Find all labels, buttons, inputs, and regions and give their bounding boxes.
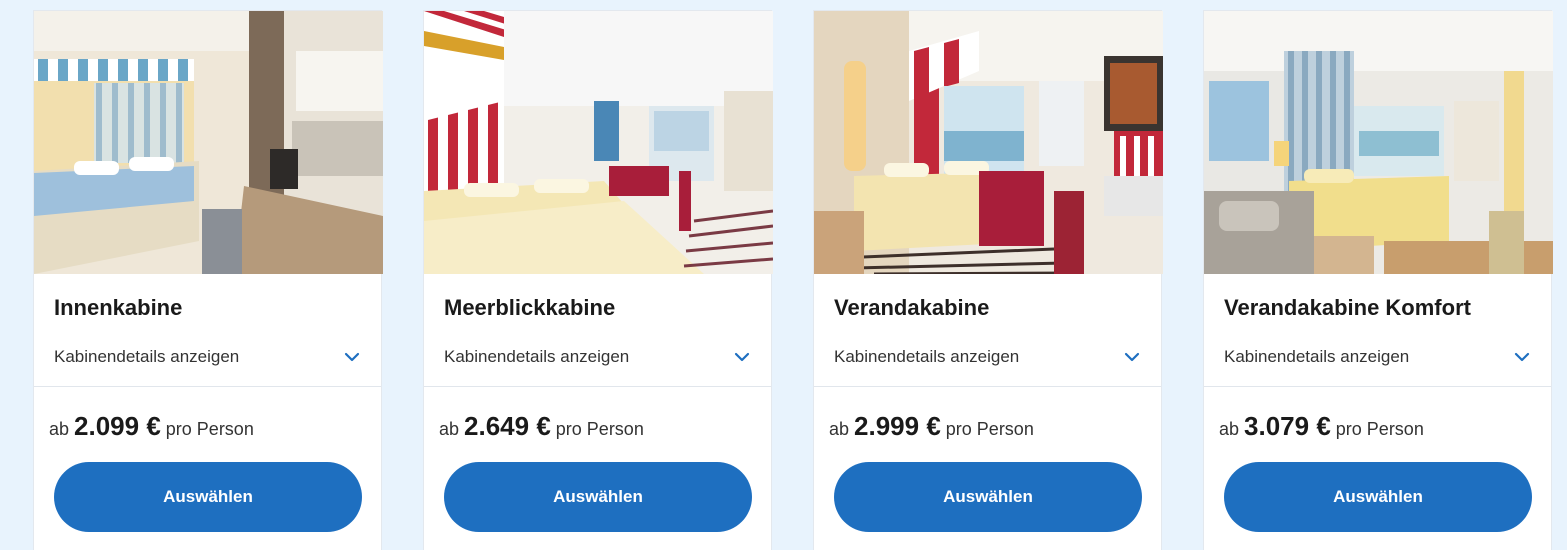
price-prefix: ab (829, 419, 850, 439)
select-cabin-button[interactable]: Auswählen (444, 462, 752, 532)
price-suffix: pro Person (555, 419, 644, 439)
cabin-card: Meerblickkabine Kabinendetails anzeigen … (423, 10, 773, 550)
cabin-price: ab 2.649 € pro Person (439, 411, 644, 442)
inner-cabin-image (34, 11, 383, 274)
cabin-title: Verandakabine (834, 295, 990, 320)
price-suffix: pro Person (165, 419, 254, 439)
veranda-comfort-cabin-image (1204, 11, 1553, 274)
cabin-photo (814, 11, 1163, 274)
cabin-details-label: Kabinendetails anzeigen (444, 347, 630, 366)
select-cabin-button[interactable]: Auswählen (54, 462, 362, 532)
price-value: 2.649 € (464, 411, 551, 441)
cabin-card: Verandakabine Kabinendetails anzeigen ab… (813, 10, 1163, 550)
price-value: 3.079 € (1244, 411, 1331, 441)
seaview-cabin-image (424, 11, 773, 274)
price-value: 2.999 € (854, 411, 941, 441)
cabin-details-label: Kabinendetails anzeigen (1224, 347, 1410, 366)
card-divider (424, 386, 771, 387)
cabin-details-label: Kabinendetails anzeigen (54, 347, 240, 366)
cabin-title: Verandakabine Komfort (1224, 295, 1471, 320)
price-prefix: ab (1219, 419, 1240, 439)
cabin-details-toggle[interactable]: Kabinendetails anzeigen (1224, 345, 1531, 369)
cabin-details-toggle[interactable]: Kabinendetails anzeigen (444, 345, 751, 369)
cabin-card: Verandakabine Komfort Kabinendetails anz… (1203, 10, 1553, 550)
select-cabin-button[interactable]: Auswählen (834, 462, 1142, 532)
veranda-cabin-image (814, 11, 1163, 274)
cabin-card: Innenkabine Kabinendetails anzeigen ab 2… (33, 10, 383, 550)
cabin-price: ab 3.079 € pro Person (1219, 411, 1424, 442)
chevron-down-icon[interactable] (343, 348, 361, 366)
cabin-photo (424, 11, 773, 274)
price-prefix: ab (439, 419, 460, 439)
card-divider (1204, 386, 1551, 387)
cabin-details-toggle[interactable]: Kabinendetails anzeigen (834, 345, 1141, 369)
select-cabin-button[interactable]: Auswählen (1224, 462, 1532, 532)
card-divider (34, 386, 381, 387)
cabin-photo (34, 11, 383, 274)
chevron-down-icon[interactable] (1123, 348, 1141, 366)
cabin-photo (1204, 11, 1553, 274)
chevron-down-icon[interactable] (1513, 348, 1531, 366)
price-value: 2.099 € (74, 411, 161, 441)
cabin-price: ab 2.099 € pro Person (49, 411, 254, 442)
cabin-details-toggle[interactable]: Kabinendetails anzeigen (54, 345, 361, 369)
cabin-price: ab 2.999 € pro Person (829, 411, 1034, 442)
price-suffix: pro Person (945, 419, 1034, 439)
cabin-title: Innenkabine (54, 295, 183, 320)
price-suffix: pro Person (1335, 419, 1424, 439)
chevron-down-icon[interactable] (733, 348, 751, 366)
card-divider (814, 386, 1161, 387)
cabin-card-list: Innenkabine Kabinendetails anzeigen ab 2… (0, 0, 1567, 550)
cabin-details-label: Kabinendetails anzeigen (834, 347, 1020, 366)
cabin-title: Meerblickkabine (444, 295, 616, 320)
price-prefix: ab (49, 419, 70, 439)
